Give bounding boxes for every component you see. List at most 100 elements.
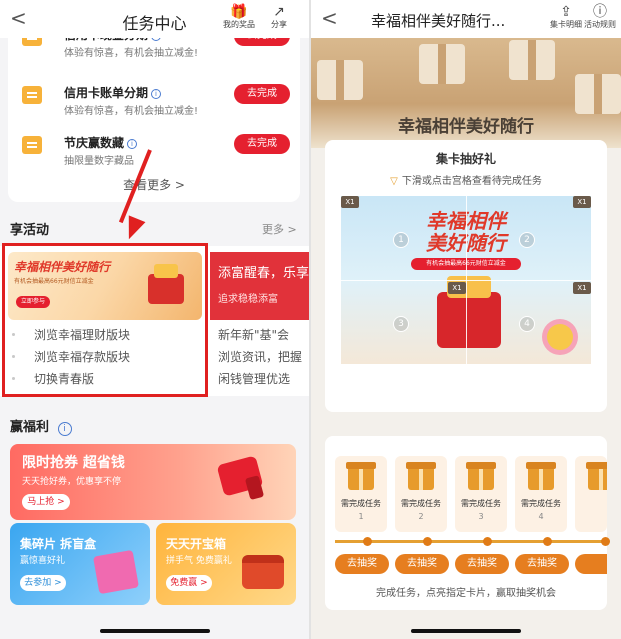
gift-label: 需完成任务	[341, 499, 381, 508]
task-go-button[interactable]: 去完成	[234, 84, 290, 104]
draw-button[interactable]: 去抽奖	[335, 554, 389, 574]
back-icon[interactable]: <	[321, 6, 338, 30]
triangle-icon: ▽	[390, 176, 398, 187]
gift-label: 需完成任务	[461, 499, 501, 508]
coupon-banner[interactable]: 限时抢券 超省钱 天天抢好券，优惠享不停 马上抢 >	[10, 444, 296, 520]
progress-dot	[543, 537, 552, 546]
grid-cell-4[interactable]: 4	[519, 316, 535, 332]
task-name: 节庆赢数藏	[64, 136, 125, 150]
info-icon[interactable]: i	[57, 422, 72, 436]
progress-dot	[423, 537, 432, 546]
gift-icon	[466, 462, 496, 490]
lottery-footer: 完成任务，点亮指定卡片，赢取抽奖机会	[376, 588, 556, 599]
task-icon	[22, 136, 42, 154]
info-icon[interactable]: i	[151, 89, 162, 99]
info-icon[interactable]: i	[127, 139, 138, 149]
grid-cell-2[interactable]: 2	[519, 232, 535, 248]
gift-icon	[586, 462, 607, 490]
lottery-panel: 需完成任务 1 需完成任务 2 需完成任务 3 需完成任务 4 去抽奖 去抽奖 …	[325, 436, 610, 610]
gift-card-partial[interactable]	[575, 456, 607, 532]
activity-banner-2[interactable]: 添富醒春，乐享 追求稳稳添富	[210, 252, 309, 320]
task-item[interactable]: 信用卡账单分期 i 体验有惊喜，有机会抽立减金! 去完成	[8, 74, 300, 124]
count-badge: X1	[341, 196, 359, 208]
task-desc: 体验有惊喜，有机会抽立减金!	[64, 106, 199, 117]
view-more-link[interactable]: 查看更多 >	[8, 176, 300, 193]
grid-cell-1[interactable]: 1	[393, 232, 409, 248]
gift-number: 3	[478, 512, 484, 521]
gift-box-decoration	[317, 60, 363, 100]
banner-title: 限时抢券 超省钱	[22, 455, 125, 471]
gift-number: 4	[538, 512, 544, 521]
task-item[interactable]: 节庆赢数藏 i 抽限量数字藏品 去完成	[8, 124, 300, 174]
blind-box-image	[93, 549, 139, 595]
grid-line	[341, 280, 591, 281]
gift-icon	[346, 462, 376, 490]
gift-icon	[406, 462, 436, 490]
grid-cell-3[interactable]: 3	[393, 316, 409, 332]
share-label: 分享	[271, 20, 287, 29]
task-desc: 体验有惊喜，有机会抽立减金!	[64, 48, 199, 59]
gift-number: 1	[358, 512, 364, 521]
blind-box-card[interactable]: 集碎片 拆盲盒 赢惊喜好礼 去参加 >	[10, 523, 150, 605]
activity-more-link[interactable]: 更多 >	[262, 221, 297, 237]
page-title: 幸福相伴美好随行...	[371, 12, 506, 30]
banner-title: 添富醒春，乐享	[218, 266, 309, 281]
free-win-button[interactable]: 免费赢 >	[166, 575, 212, 591]
rules-button[interactable]: ⓘ 活动规则	[583, 4, 617, 30]
gift-card[interactable]: 需完成任务 4	[515, 456, 567, 532]
draw-button-partial[interactable]	[575, 554, 607, 574]
banner-subtitle: 追求稳稳添富	[218, 294, 278, 305]
gift-label: 需完成任务	[521, 499, 561, 508]
gift-card[interactable]: 需完成任务 3	[455, 456, 507, 532]
card-grid[interactable]: 幸福相伴美好随行 有机会抽最高66元财信立减金 X1 X1 X1 X1 1 2 …	[341, 196, 591, 364]
hint-text: ▽ 下滑或点击宫格查看待完成任务	[390, 176, 542, 187]
flower-decoration	[547, 324, 573, 350]
info-circle-icon: ⓘ	[593, 4, 607, 20]
treasure-chest-image	[242, 555, 284, 589]
task-desc: 抽限量数字藏品	[64, 156, 134, 167]
home-indicator[interactable]	[411, 629, 521, 633]
annotation-arrow-head	[120, 215, 146, 243]
card-icon: ⇪	[560, 4, 572, 20]
panel-title: 集卡抽好礼	[435, 152, 496, 166]
grab-button[interactable]: 马上抢 >	[22, 494, 70, 510]
coupon-gun-image	[216, 455, 264, 497]
card-subtitle: 拼手气 免费赢礼	[166, 556, 232, 566]
card-title: 集碎片 拆盲盒	[20, 537, 97, 551]
home-indicator[interactable]	[100, 629, 210, 633]
join-button[interactable]: 去参加 >	[20, 575, 66, 591]
my-prizes-label: 我的奖品	[223, 20, 255, 29]
gift-box-decoration	[419, 44, 465, 84]
share-button[interactable]: ↗ 分享	[262, 4, 296, 30]
progress-track	[335, 537, 610, 546]
draw-button[interactable]: 去抽奖	[395, 554, 449, 574]
count-badge: X1	[448, 282, 466, 294]
treasure-chest-card[interactable]: 天天开宝箱 拼手气 免费赢礼 免费赢 >	[156, 523, 296, 605]
share-icon: ↗	[273, 4, 285, 20]
gift-card[interactable]: 需完成任务 2	[395, 456, 447, 532]
task-go-button[interactable]: 去完成	[234, 134, 290, 154]
gift-box-decoration	[575, 74, 621, 114]
task-list: 信用卡现金分期i 体验有惊喜，有机会抽立减金! 去完成 信用卡账单分期i 体验有…	[8, 26, 300, 202]
draw-button[interactable]: 去抽奖	[455, 554, 509, 574]
gift-icon	[526, 462, 556, 490]
activity-item[interactable]: 闲钱管理优选	[218, 370, 290, 387]
activity-item[interactable]: 浏览资讯，把握	[218, 348, 302, 365]
card-title: 天天开宝箱	[166, 537, 227, 551]
banner-subtitle: 天天抢好券，优惠享不停	[22, 477, 122, 487]
count-badge: X1	[573, 196, 591, 208]
my-prizes-button[interactable]: 🎁 我的奖品	[222, 4, 256, 30]
header: < 任务中心 🎁 我的奖品 ↗ 分享	[0, 0, 309, 38]
card-details-button[interactable]: ⇪ 集卡明细	[549, 4, 583, 30]
highlight-annotation-box	[2, 243, 208, 397]
red-gift-box-image	[437, 276, 501, 348]
gift-label: 需完成任务	[401, 499, 441, 508]
activity-card-2[interactable]: 添富醒春，乐享 追求稳稳添富 新年新"基"会 浏览资讯，把握 闲钱管理优选	[210, 246, 309, 396]
activity-item[interactable]: 新年新"基"会	[218, 326, 289, 343]
gift-number: 2	[418, 512, 424, 521]
draw-button[interactable]: 去抽奖	[515, 554, 569, 574]
count-badge: X1	[573, 282, 591, 294]
activity-section-title: 享活动	[10, 223, 50, 238]
gift-card[interactable]: 需完成任务 1	[335, 456, 387, 532]
hero-title: 幸福相伴美好随行	[398, 117, 534, 137]
